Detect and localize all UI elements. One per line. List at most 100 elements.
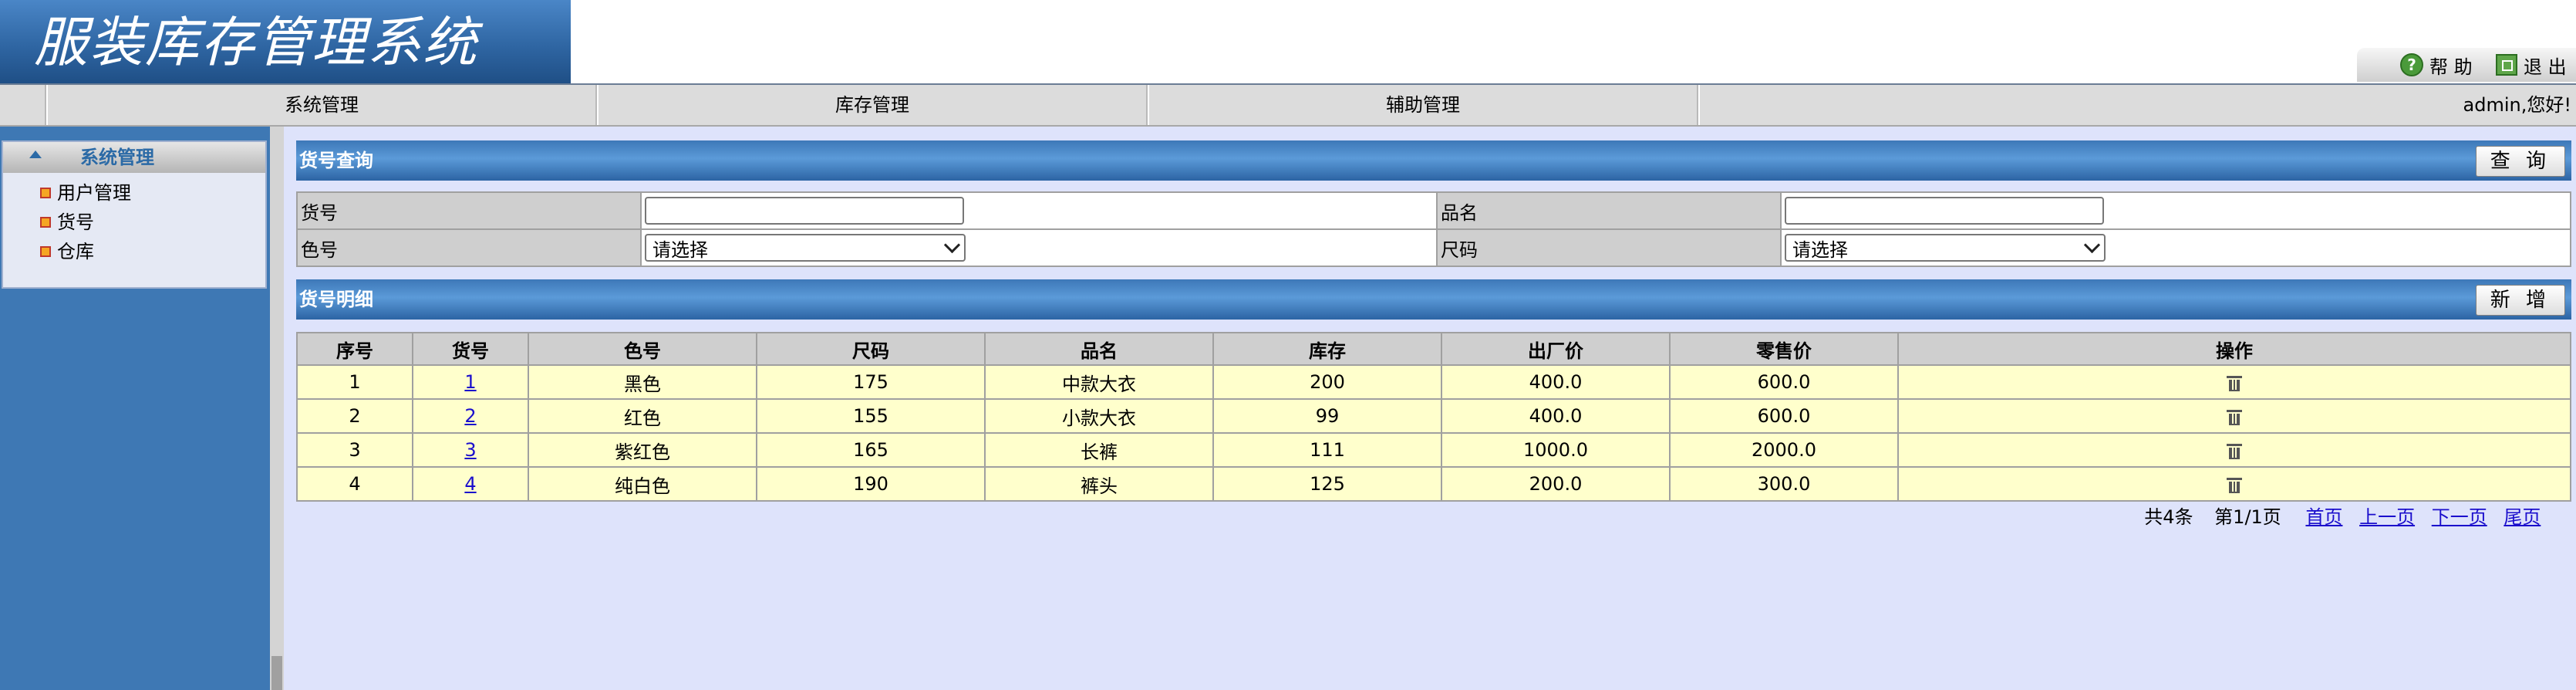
cell-index: 1	[296, 364, 413, 400]
app-title: 服装库存管理系统	[34, 11, 478, 74]
bullet-icon	[40, 188, 51, 198]
cell-size: 155	[756, 398, 986, 434]
sidebar-item-label: 用户管理	[57, 182, 131, 204]
top-toolbar: ? 帮 助 退 出	[2357, 48, 2576, 82]
prev-page-link[interactable]: 上一页	[2359, 506, 2415, 528]
cell-color: 红色	[528, 398, 757, 434]
name-label: 品名	[1436, 191, 1782, 230]
trash-icon[interactable]	[2227, 408, 2242, 425]
cell-code: 3	[412, 432, 529, 468]
cell-size: 190	[756, 466, 986, 502]
cell-actions	[1897, 432, 2571, 468]
cell-stock: 111	[1212, 432, 1442, 468]
sidebar-item-label: 仓库	[57, 241, 94, 262]
table-row: 1 1 黑色 175 中款大衣 200 400.0 600.0	[296, 364, 2571, 400]
add-button[interactable]: 新 增	[2475, 285, 2565, 316]
header: 服装库存管理系统 ? 帮 助 退 出	[0, 0, 2576, 85]
chevron-down-icon	[943, 236, 961, 253]
query-section-title: 货号查询	[299, 150, 373, 171]
col-header: 尺码	[756, 332, 986, 366]
code-label: 货号	[296, 191, 642, 230]
cell-index: 2	[296, 398, 413, 434]
col-header: 货号	[412, 332, 529, 366]
size-label: 尺码	[1436, 228, 1782, 267]
col-header: 色号	[528, 332, 757, 366]
detail-table: 序号 货号 色号 尺码 品名 库存 出厂价 零售价 操作 1 1 黑色 175 …	[296, 332, 2571, 502]
table-row: 4 4 纯白色 190 裤头 125 200.0 300.0	[296, 466, 2571, 502]
sidebar-item-label: 货号	[57, 211, 94, 233]
sidebar-item-warehouse[interactable]: 仓库	[40, 238, 94, 266]
cell-index: 4	[296, 466, 413, 502]
total-count: 共4条	[2144, 506, 2193, 528]
col-header: 出厂价	[1441, 332, 1671, 366]
sidebar-item-code[interactable]: 货号	[40, 208, 94, 236]
first-page-link[interactable]: 首页	[2305, 506, 2342, 528]
size-select[interactable]: 请选择	[1785, 234, 2106, 262]
sidebar-item-users[interactable]: 用户管理	[40, 179, 131, 207]
cell-name: 长裤	[984, 432, 1214, 468]
nav-item-inventory[interactable]: 库存管理	[597, 85, 1146, 125]
detail-section-title: 货号明细	[299, 289, 373, 310]
collapse-arrow-icon	[29, 151, 42, 158]
code-link[interactable]: 4	[464, 473, 476, 495]
cell-code: 4	[412, 466, 529, 502]
sidebar-scrollbar[interactable]	[270, 127, 284, 690]
cell-color: 纯白色	[528, 466, 757, 502]
col-header: 序号	[296, 332, 413, 366]
exit-button[interactable]: 退 出	[2496, 53, 2567, 78]
help-button[interactable]: ? 帮 助	[2400, 53, 2473, 78]
color-label: 色号	[296, 228, 642, 267]
cell-retail-price: 600.0	[1669, 364, 1899, 400]
detail-section-bar: 货号明细 新 增	[296, 279, 2571, 320]
welcome-text: admin,您好!	[2463, 94, 2571, 116]
cell-size: 165	[756, 432, 986, 468]
trash-icon[interactable]	[2227, 442, 2242, 459]
chevron-down-icon	[2083, 236, 2101, 253]
table-row: 3 3 紫红色 165 长裤 111 1000.0 2000.0	[296, 432, 2571, 468]
cell-color: 黑色	[528, 364, 757, 400]
help-label: 帮 助	[2429, 56, 2473, 78]
cell-index: 3	[296, 432, 413, 468]
trash-icon[interactable]	[2227, 374, 2242, 391]
sidebar-title: 系统管理	[80, 147, 154, 168]
name-input[interactable]	[1785, 197, 2104, 225]
cell-code: 1	[412, 364, 529, 400]
cell-name: 小款大衣	[984, 398, 1214, 434]
code-link[interactable]: 3	[464, 439, 476, 461]
code-link[interactable]: 1	[464, 371, 476, 393]
cell-color: 紫红色	[528, 432, 757, 468]
search-button[interactable]: 查 询	[2475, 146, 2565, 177]
cell-stock: 99	[1212, 398, 1442, 434]
bullet-icon	[40, 246, 51, 257]
next-page-link[interactable]: 下一页	[2432, 506, 2487, 528]
last-page-link[interactable]: 尾页	[2504, 506, 2541, 528]
scrollbar-thumb[interactable]	[271, 656, 282, 690]
nav-item-auxiliary[interactable]: 辅助管理	[1148, 85, 1697, 125]
nav-divider	[1698, 85, 1701, 125]
cell-factory-price: 400.0	[1441, 364, 1671, 400]
color-select[interactable]: 请选择	[645, 234, 966, 262]
table-row: 2 2 红色 155 小款大衣 99 400.0 600.0	[296, 398, 2571, 434]
table-header-row: 序号 货号 色号 尺码 品名 库存 出厂价 零售价 操作	[296, 332, 2571, 366]
color-cell: 请选择	[640, 228, 1438, 267]
name-cell	[1780, 191, 2571, 230]
cell-stock: 200	[1212, 364, 1442, 400]
color-select-value: 请选择	[652, 238, 708, 261]
nav-item-system[interactable]: 系统管理	[46, 85, 595, 125]
size-cell: 请选择	[1780, 228, 2571, 267]
sidebar-header[interactable]: 系统管理	[3, 142, 265, 173]
logo-banner: 服装库存管理系统	[0, 0, 571, 83]
code-input[interactable]	[645, 197, 964, 225]
sidebar: 系统管理 用户管理 货号 仓库	[0, 127, 270, 690]
cell-stock: 125	[1212, 466, 1442, 502]
code-link[interactable]: 2	[464, 405, 476, 427]
cell-code: 2	[412, 398, 529, 434]
cell-factory-price: 400.0	[1441, 398, 1671, 434]
exit-label: 退 出	[2524, 56, 2567, 78]
pagination: 共4条 第1/1页 首页 上一页 下一页 尾页	[2144, 502, 2571, 529]
cell-name: 中款大衣	[984, 364, 1214, 400]
trash-icon[interactable]	[2227, 476, 2242, 493]
query-form: 货号 品名 色号 请选择 尺码 请选择	[296, 191, 2571, 267]
exit-icon	[2496, 54, 2517, 76]
sidebar-panel: 系统管理 用户管理 货号 仓库	[2, 140, 267, 289]
